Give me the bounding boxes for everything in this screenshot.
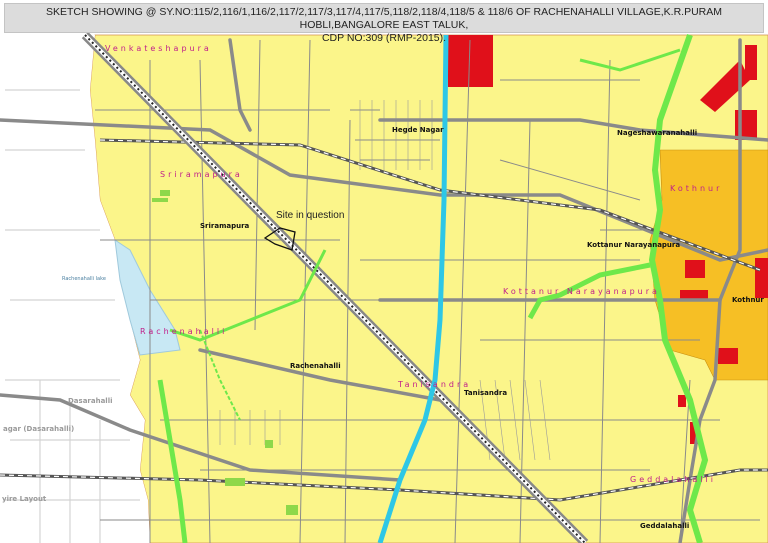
hegde-nagar-label: Hegde Nagar	[392, 126, 444, 134]
geddalahalli-area-label: Geddalahalli	[630, 475, 716, 484]
kottanur-narayanapura-label: Kottanur Narayanapura	[587, 241, 681, 249]
tanisandra-area-label: Tanisandra	[398, 380, 472, 389]
dasarahalli-nagar-label: agar (Dasarahalli)	[3, 425, 75, 433]
tanisandra-label: Tanisandra	[464, 389, 508, 397]
dasarahalli-label: Dasarahalli	[68, 397, 113, 405]
geddalahalli-label: Geddalahalli	[640, 522, 690, 530]
lake-label: Rachenahalli lake	[62, 276, 106, 282]
title-bar: SKETCH SHOWING @ SY.NO:115/2,116/1,116/2…	[4, 3, 764, 44]
nageshawaranahalli-label: Nageshawaranahalli	[617, 129, 698, 137]
cdp-zoning-map[interactable]	[0, 0, 768, 543]
venkateshapura-area-label: Venkateshapura	[105, 44, 212, 53]
kothnur-area-label: Kothnur	[670, 184, 723, 193]
title-line-1: SKETCH SHOWING @ SY.NO:115/2,116/1,116/2…	[45, 6, 722, 31]
layout-label: yire Layout	[2, 495, 47, 503]
kottanur-narayanapura-area-label: Kottanur Narayanapura	[503, 287, 660, 296]
sriramapura-area-label: Sriramapura	[160, 170, 243, 179]
rachenahalli-area-label: Rachenahalli	[140, 327, 228, 336]
sriramapura-label: Sriramapura	[200, 222, 250, 230]
kothnur-label: Kothnur	[732, 296, 764, 304]
rachenahalli-label: Rachenahalli	[290, 362, 341, 370]
site-label: Site in question	[276, 210, 345, 221]
